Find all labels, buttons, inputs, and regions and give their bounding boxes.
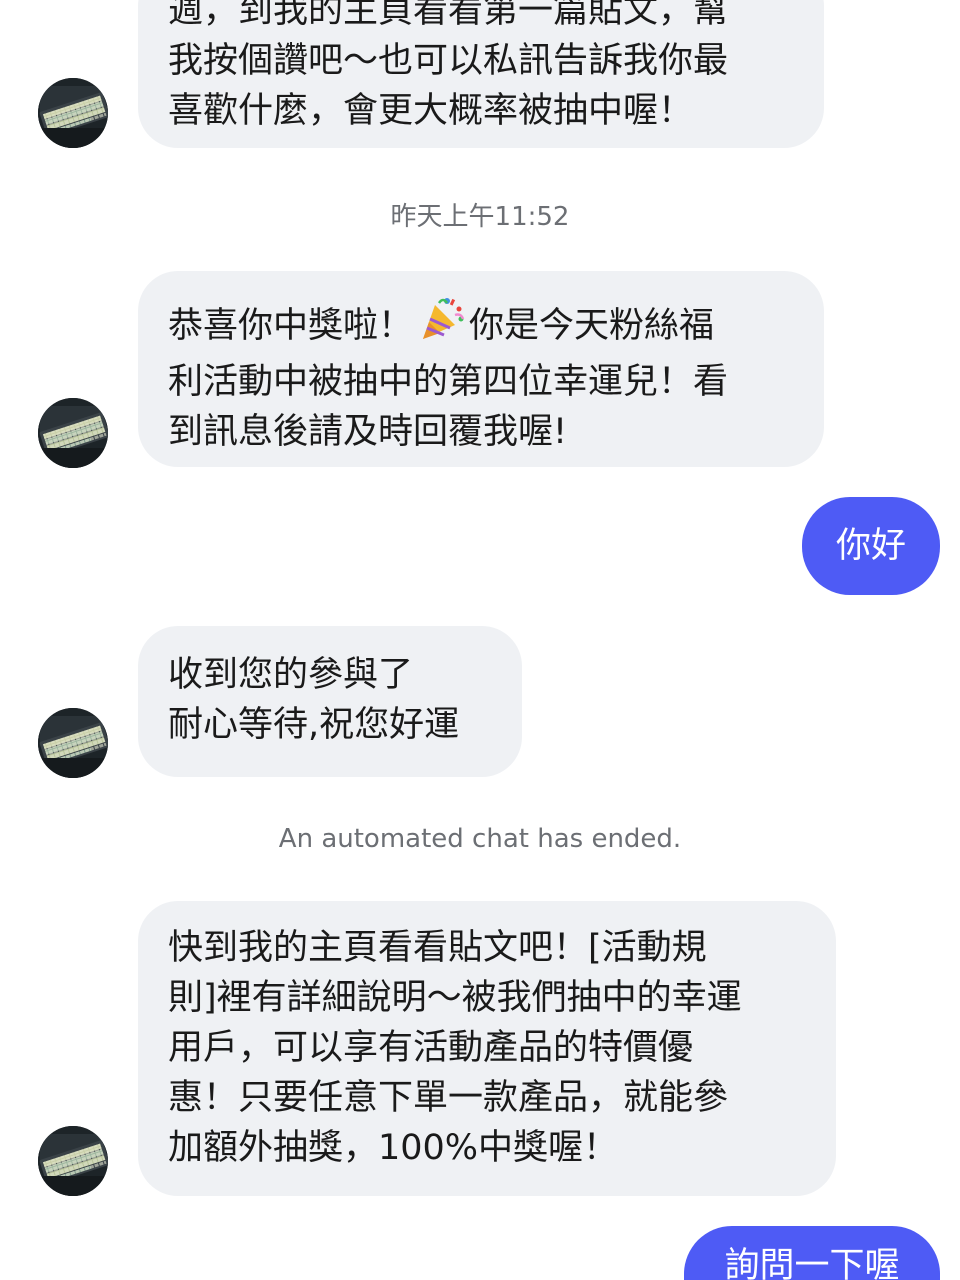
chat-ended-notice: An automated chat has ended. <box>278 824 682 854</box>
message-text: 你好 <box>835 526 906 566</box>
message-line: 喜歡什麼，會更大概率被抽中喔！ <box>168 91 694 131</box>
message-line: 恭喜你中獎啦！ 你是今天粉絲福 <box>168 295 794 357</box>
sender-avatar[interactable] <box>38 1126 108 1196</box>
message-line: 快到我的主頁看看貼文吧！[活動規 <box>168 928 707 968</box>
message-text: 恭喜你中獎啦！ <box>168 306 414 346</box>
message-line: 我按個讚吧～也可以私訊告訴我你最 <box>168 41 729 81</box>
incoming-message-bubble[interactable]: 收到您的參與了 耐心等待,祝您好運 <box>138 626 522 777</box>
message-line: 則]裡有詳細說明～被我們抽中的幸運 <box>168 978 742 1018</box>
message-line: 利活動中被抽中的第四位幸運兒！看 <box>168 362 729 402</box>
incoming-message-bubble[interactable]: 恭喜你中獎啦！ 你是今天粉絲福 利活動中被抽中的第四位幸運兒！看 到訊息後請及時… <box>138 271 824 467</box>
outgoing-message-bubble[interactable]: 詢問一下喔 <box>684 1226 940 1280</box>
message-timestamp: 昨天上午11:52 <box>390 202 570 232</box>
outgoing-message-bubble[interactable]: 你好 <box>802 497 940 595</box>
sender-avatar[interactable] <box>38 708 108 778</box>
message-line: 到訊息後請及時回覆我喔! <box>168 412 568 452</box>
message-line: 惠！只要任意下單一款產品，就能參 <box>168 1078 729 1118</box>
message-line: 耐心等待,祝您好運 <box>168 705 460 745</box>
message-line: 用戶，可以享有活動產品的特價優 <box>168 1028 694 1068</box>
sender-avatar[interactable] <box>38 78 108 148</box>
message-line: 收到您的參與了 <box>168 655 414 695</box>
message-line: 加額外抽獎，100%中獎喔！ <box>168 1128 619 1168</box>
incoming-message-bubble[interactable]: 快到我的主頁看看貼文吧！[活動規 則]裡有詳細說明～被我們抽中的幸運 用戶，可以… <box>138 901 836 1196</box>
message-line: 週，到我的主頁看看第一篇貼文，幫 <box>168 0 729 31</box>
sender-avatar[interactable] <box>38 398 108 468</box>
party-popper-icon <box>417 295 465 357</box>
incoming-message-bubble[interactable]: 週，到我的主頁看看第一篇貼文，幫 我按個讚吧～也可以私訊告訴我你最 喜歡什麼，會… <box>138 0 824 148</box>
message-text: 你是今天粉絲福 <box>469 306 715 346</box>
message-text: 詢問一下喔 <box>724 1246 900 1280</box>
